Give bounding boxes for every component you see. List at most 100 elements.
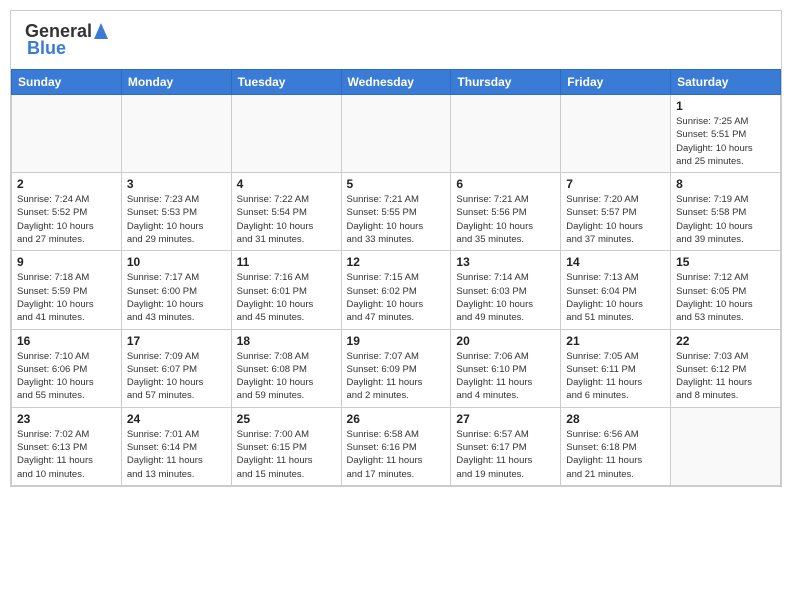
calendar-day-cell: 3 Sunrise: 7:23 AM Sunset: 5:53 PM Daylig… bbox=[121, 173, 231, 251]
day-of-week-header: Wednesday bbox=[341, 70, 451, 95]
calendar-day-cell: 21 Sunrise: 7:05 AM Sunset: 6:11 PM Dayli… bbox=[561, 329, 671, 407]
day-info: Sunrise: 7:25 AM Sunset: 5:51 PM Dayligh… bbox=[676, 115, 775, 168]
day-info: Sunrise: 7:10 AM Sunset: 6:06 PM Dayligh… bbox=[17, 350, 116, 403]
day-of-week-header: Thursday bbox=[451, 70, 561, 95]
calendar-day-cell: 15 Sunrise: 7:12 AM Sunset: 6:05 PM Dayli… bbox=[671, 251, 781, 329]
day-number: 8 bbox=[676, 177, 775, 191]
day-info: Sunrise: 7:05 AM Sunset: 6:11 PM Dayligh… bbox=[566, 350, 665, 403]
day-info: Sunrise: 6:58 AM Sunset: 6:16 PM Dayligh… bbox=[347, 428, 446, 481]
logo: General Blue bbox=[25, 21, 108, 59]
day-of-week-header: Saturday bbox=[671, 70, 781, 95]
day-info: Sunrise: 7:18 AM Sunset: 5:59 PM Dayligh… bbox=[17, 271, 116, 324]
day-info: Sunrise: 7:14 AM Sunset: 6:03 PM Dayligh… bbox=[456, 271, 555, 324]
day-info: Sunrise: 7:00 AM Sunset: 6:15 PM Dayligh… bbox=[237, 428, 336, 481]
day-info: Sunrise: 7:06 AM Sunset: 6:10 PM Dayligh… bbox=[456, 350, 555, 403]
day-info: Sunrise: 7:21 AM Sunset: 5:55 PM Dayligh… bbox=[347, 193, 446, 246]
calendar-day-cell bbox=[671, 407, 781, 485]
calendar-day-cell: 13 Sunrise: 7:14 AM Sunset: 6:03 PM Dayli… bbox=[451, 251, 561, 329]
day-number: 13 bbox=[456, 255, 555, 269]
day-info: Sunrise: 7:08 AM Sunset: 6:08 PM Dayligh… bbox=[237, 350, 336, 403]
calendar-day-cell: 10 Sunrise: 7:17 AM Sunset: 6:00 PM Dayli… bbox=[121, 251, 231, 329]
calendar-day-cell: 2 Sunrise: 7:24 AM Sunset: 5:52 PM Daylig… bbox=[12, 173, 122, 251]
day-info: Sunrise: 7:19 AM Sunset: 5:58 PM Dayligh… bbox=[676, 193, 775, 246]
calendar-day-cell: 4 Sunrise: 7:22 AM Sunset: 5:54 PM Daylig… bbox=[231, 173, 341, 251]
day-number: 15 bbox=[676, 255, 775, 269]
day-info: Sunrise: 6:56 AM Sunset: 6:18 PM Dayligh… bbox=[566, 428, 665, 481]
calendar-day-cell bbox=[121, 95, 231, 173]
calendar-day-cell: 7 Sunrise: 7:20 AM Sunset: 5:57 PM Daylig… bbox=[561, 173, 671, 251]
day-info: Sunrise: 7:16 AM Sunset: 6:01 PM Dayligh… bbox=[237, 271, 336, 324]
calendar-day-cell: 22 Sunrise: 7:03 AM Sunset: 6:12 PM Dayli… bbox=[671, 329, 781, 407]
calendar-day-cell bbox=[451, 95, 561, 173]
day-info: Sunrise: 7:21 AM Sunset: 5:56 PM Dayligh… bbox=[456, 193, 555, 246]
calendar-day-cell: 9 Sunrise: 7:18 AM Sunset: 5:59 PM Daylig… bbox=[12, 251, 122, 329]
calendar-day-cell: 17Sunrise: 7:09 AM Sunset: 6:07 PM Dayli… bbox=[121, 329, 231, 407]
day-of-week-header: Monday bbox=[121, 70, 231, 95]
day-info: Sunrise: 7:17 AM Sunset: 6:00 PM Dayligh… bbox=[127, 271, 226, 324]
calendar-week-row: 16 Sunrise: 7:10 AM Sunset: 6:06 PM Dayli… bbox=[12, 329, 781, 407]
day-info: Sunrise: 7:03 AM Sunset: 6:12 PM Dayligh… bbox=[676, 350, 775, 403]
day-number: 14 bbox=[566, 255, 665, 269]
calendar-header-row: SundayMondayTuesdayWednesdayThursdayFrid… bbox=[12, 70, 781, 95]
calendar-day-cell: 1 Sunrise: 7:25 AM Sunset: 5:51 PM Daylig… bbox=[671, 95, 781, 173]
day-info: Sunrise: 7:24 AM Sunset: 5:52 PM Dayligh… bbox=[17, 193, 116, 246]
day-of-week-header: Sunday bbox=[12, 70, 122, 95]
calendar-day-cell: 27 Sunrise: 6:57 AM Sunset: 6:17 PM Dayli… bbox=[451, 407, 561, 485]
calendar-day-cell: 28Sunrise: 6:56 AM Sunset: 6:18 PM Dayli… bbox=[561, 407, 671, 485]
day-number: 16 bbox=[17, 334, 116, 348]
calendar-day-cell: 11 Sunrise: 7:16 AM Sunset: 6:01 PM Dayli… bbox=[231, 251, 341, 329]
day-info: Sunrise: 7:12 AM Sunset: 6:05 PM Dayligh… bbox=[676, 271, 775, 324]
day-number: 25 bbox=[237, 412, 336, 426]
day-number: 23 bbox=[17, 412, 116, 426]
day-number: 26 bbox=[347, 412, 446, 426]
day-info: Sunrise: 7:20 AM Sunset: 5:57 PM Dayligh… bbox=[566, 193, 665, 246]
day-info: Sunrise: 7:23 AM Sunset: 5:53 PM Dayligh… bbox=[127, 193, 226, 246]
day-info: Sunrise: 7:07 AM Sunset: 6:09 PM Dayligh… bbox=[347, 350, 446, 403]
day-info: Sunrise: 7:15 AM Sunset: 6:02 PM Dayligh… bbox=[347, 271, 446, 324]
day-number: 9 bbox=[17, 255, 116, 269]
calendar-day-cell: 6 Sunrise: 7:21 AM Sunset: 5:56 PM Daylig… bbox=[451, 173, 561, 251]
calendar-week-row: 23 Sunrise: 7:02 AM Sunset: 6:13 PM Dayli… bbox=[12, 407, 781, 485]
day-info: Sunrise: 7:01 AM Sunset: 6:14 PM Dayligh… bbox=[127, 428, 226, 481]
calendar-day-cell: 16 Sunrise: 7:10 AM Sunset: 6:06 PM Dayli… bbox=[12, 329, 122, 407]
day-info: Sunrise: 6:57 AM Sunset: 6:17 PM Dayligh… bbox=[456, 428, 555, 481]
day-of-week-header: Friday bbox=[561, 70, 671, 95]
day-number: 3 bbox=[127, 177, 226, 191]
calendar-week-row: 9 Sunrise: 7:18 AM Sunset: 5:59 PM Daylig… bbox=[12, 251, 781, 329]
calendar-day-cell bbox=[12, 95, 122, 173]
calendar-day-cell: 25 Sunrise: 7:00 AM Sunset: 6:15 PM Dayli… bbox=[231, 407, 341, 485]
logo-blue-text: Blue bbox=[27, 38, 66, 59]
day-number: 2 bbox=[17, 177, 116, 191]
calendar-day-cell: 18Sunrise: 7:08 AM Sunset: 6:08 PM Dayli… bbox=[231, 329, 341, 407]
calendar-day-cell: 12 Sunrise: 7:15 AM Sunset: 6:02 PM Dayli… bbox=[341, 251, 451, 329]
day-number: 21 bbox=[566, 334, 665, 348]
day-number: 1 bbox=[676, 99, 775, 113]
day-number: 4 bbox=[237, 177, 336, 191]
calendar-day-cell: 19 Sunrise: 7:07 AM Sunset: 6:09 PM Dayli… bbox=[341, 329, 451, 407]
calendar-day-cell bbox=[231, 95, 341, 173]
calendar-day-cell: 24 Sunrise: 7:01 AM Sunset: 6:14 PM Dayli… bbox=[121, 407, 231, 485]
calendar-table: SundayMondayTuesdayWednesdayThursdayFrid… bbox=[11, 69, 781, 486]
day-of-week-header: Tuesday bbox=[231, 70, 341, 95]
day-info: Sunrise: 7:02 AM Sunset: 6:13 PM Dayligh… bbox=[17, 428, 116, 481]
calendar-day-cell: 14 Sunrise: 7:13 AM Sunset: 6:04 PM Dayli… bbox=[561, 251, 671, 329]
day-number: 19 bbox=[347, 334, 446, 348]
calendar-header: General Blue bbox=[11, 11, 781, 65]
day-number: 10 bbox=[127, 255, 226, 269]
calendar-day-cell bbox=[561, 95, 671, 173]
calendar-week-row: 1 Sunrise: 7:25 AM Sunset: 5:51 PM Daylig… bbox=[12, 95, 781, 173]
day-number: 11 bbox=[237, 255, 336, 269]
calendar-week-row: 2 Sunrise: 7:24 AM Sunset: 5:52 PM Daylig… bbox=[12, 173, 781, 251]
day-number: 20 bbox=[456, 334, 555, 348]
day-number: 12 bbox=[347, 255, 446, 269]
day-info: Sunrise: 7:13 AM Sunset: 6:04 PM Dayligh… bbox=[566, 271, 665, 324]
day-number: 24 bbox=[127, 412, 226, 426]
day-info: Sunrise: 7:09 AM Sunset: 6:07 PM Dayligh… bbox=[127, 350, 226, 403]
calendar-day-cell: 8 Sunrise: 7:19 AM Sunset: 5:58 PM Daylig… bbox=[671, 173, 781, 251]
day-number: 22 bbox=[676, 334, 775, 348]
day-number: 27 bbox=[456, 412, 555, 426]
day-info: Sunrise: 7:22 AM Sunset: 5:54 PM Dayligh… bbox=[237, 193, 336, 246]
day-number: 6 bbox=[456, 177, 555, 191]
day-number: 7 bbox=[566, 177, 665, 191]
calendar-day-cell: 26 Sunrise: 6:58 AM Sunset: 6:16 PM Dayli… bbox=[341, 407, 451, 485]
